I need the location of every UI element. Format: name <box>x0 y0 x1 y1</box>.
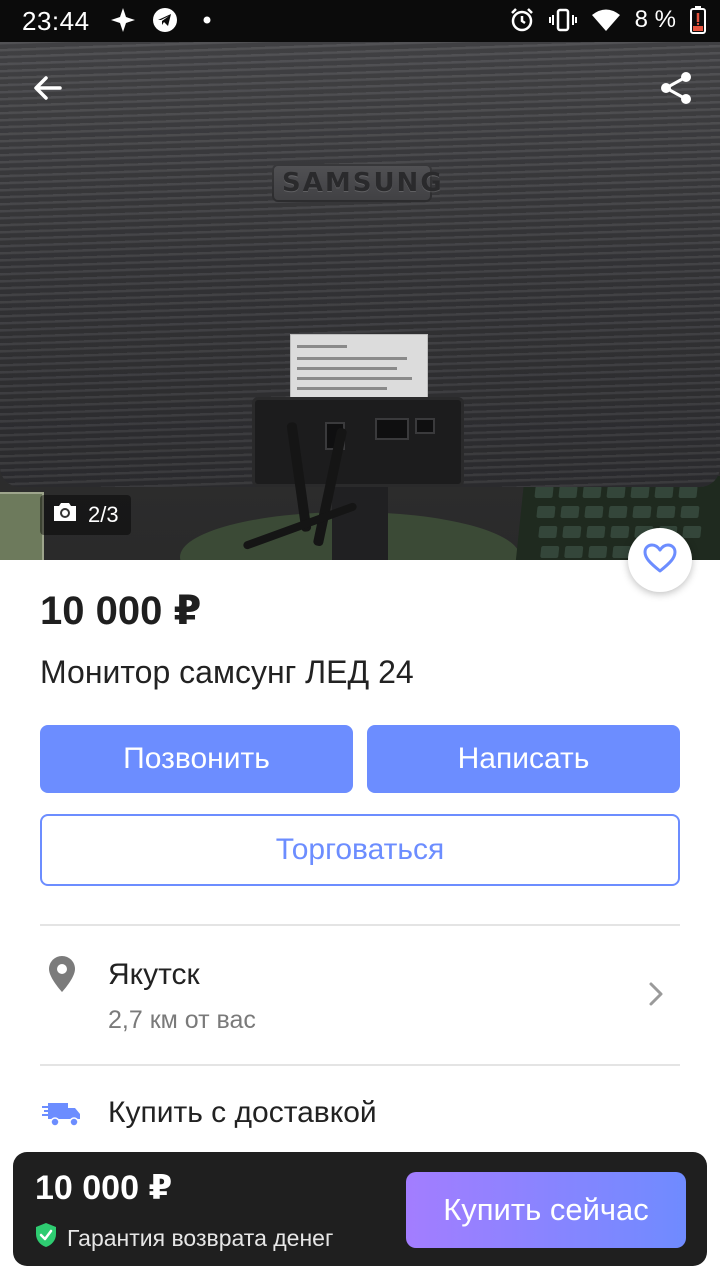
photo-brand-text: SAMSUNG <box>282 168 444 198</box>
location-pin-icon <box>46 954 78 994</box>
share-button[interactable] <box>646 66 706 114</box>
status-bar: 23:44 8 % <box>0 0 720 42</box>
status-right-icons: 8 % <box>509 6 706 34</box>
listing-title: Монитор самсунг ЛЕД 24 <box>40 654 414 690</box>
spark-icon <box>110 7 136 33</box>
product-photo[interactable]: SAMSUNG 2/3 <box>0 42 720 560</box>
photo-counter: 2/3 <box>40 495 131 535</box>
delivery-truck-icon <box>42 1100 82 1130</box>
location-city[interactable]: Якутск <box>108 958 200 992</box>
photo-port-panel <box>252 397 464 487</box>
back-arrow-icon <box>32 72 64 109</box>
photo-background-box <box>0 492 44 560</box>
heart-icon <box>642 542 678 579</box>
money-back-guarantee: Гарантия возврата денег <box>35 1222 333 1254</box>
alarm-icon <box>509 7 535 33</box>
bottom-purchase-bar: 10 000 ₽ Гарантия возврата денег Купить … <box>13 1152 707 1266</box>
bottom-price: 10 000 ₽ <box>35 1169 173 1207</box>
write-button[interactable]: Написать <box>367 725 680 793</box>
telegram-icon <box>152 7 178 33</box>
favorite-button[interactable] <box>628 528 692 592</box>
buy-now-button[interactable]: Купить сейчас <box>406 1172 686 1248</box>
delivery-label[interactable]: Купить с доставкой <box>108 1096 377 1130</box>
status-time: 23:44 <box>22 6 90 36</box>
bargain-button[interactable]: Торговаться <box>40 814 680 886</box>
battery-low-icon <box>690 6 706 34</box>
wifi-icon <box>591 8 621 32</box>
shield-check-icon <box>35 1222 57 1254</box>
listing-price: 10 000 ₽ <box>40 589 202 633</box>
vibrate-icon <box>548 7 577 33</box>
guarantee-text: Гарантия возврата денег <box>67 1224 334 1251</box>
divider <box>40 924 680 926</box>
divider <box>40 1064 680 1066</box>
chevron-right-icon[interactable] <box>646 980 666 1013</box>
share-icon <box>659 71 693 110</box>
dot-icon <box>194 7 220 33</box>
location-distance: 2,7 км от вас <box>108 1006 256 1034</box>
back-button[interactable] <box>18 66 78 114</box>
camera-icon <box>52 501 78 529</box>
photo-counter-text: 2/3 <box>88 502 119 527</box>
call-button[interactable]: Позвонить <box>40 725 353 793</box>
battery-percent: 8 % <box>634 6 676 33</box>
status-left-icons <box>110 7 220 33</box>
